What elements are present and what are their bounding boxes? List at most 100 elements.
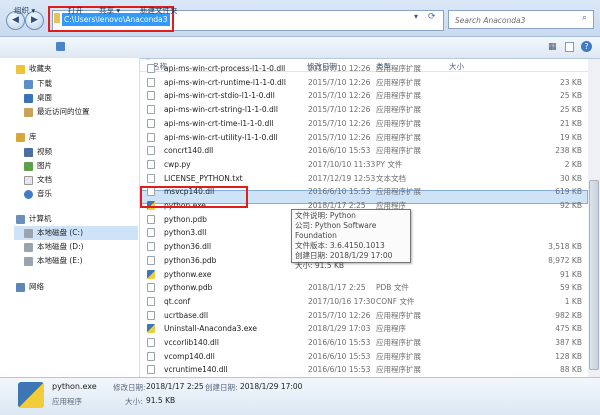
file-row[interactable]: cwp.py 2017/10/10 11:33 PY 文件 2 KB	[140, 158, 588, 171]
nav-disk-c[interactable]: 本地磁盘 (C:)	[24, 227, 83, 239]
file-size: 23 KB	[560, 77, 582, 87]
computer-icon	[16, 214, 25, 224]
nav-pictures[interactable]: 图片	[24, 160, 52, 172]
tooltip-company: 公司: Python Software Foundation	[295, 221, 377, 240]
details-created: 2018/1/29 17:00	[240, 382, 303, 391]
file-icon	[147, 283, 155, 293]
file-type: 应用程序扩展	[376, 365, 421, 375]
nav-music[interactable]: 音乐	[24, 188, 52, 200]
refresh-icon[interactable]: ⟳	[428, 12, 436, 22]
nav-downloads[interactable]: 下载	[24, 78, 52, 90]
file-size: 475 KB	[555, 324, 582, 334]
file-row[interactable]: api-ms-win-crt-string-l1-1-0.dll 2015/7/1…	[140, 103, 588, 116]
file-icon	[147, 146, 155, 156]
file-name: concrt140.dll	[164, 146, 214, 156]
tooltip-version: 文件版本: 3.6.4150.1013	[295, 241, 385, 250]
search-input[interactable]: Search Anaconda3	[448, 10, 594, 29]
file-size: 21 KB	[560, 118, 582, 128]
file-icon	[147, 91, 155, 101]
organize-button[interactable]: 组织 ▾	[14, 4, 35, 17]
details-created-label: 创建日期:	[205, 383, 238, 392]
nav-label: 本地磁盘 (E:)	[37, 256, 83, 265]
view-icon[interactable]: ▦	[548, 42, 557, 52]
drive-icon	[24, 228, 33, 238]
file-date: 2016/6/10 15:53	[308, 338, 371, 347]
file-icon	[147, 132, 155, 142]
file-type: 应用程序扩展	[376, 146, 421, 156]
file-name: vcomp140.dll	[164, 351, 215, 361]
nav-label: 视频	[37, 147, 52, 156]
file-size: 1 KB	[564, 296, 582, 306]
file-size: 91 KB	[560, 269, 582, 279]
nav-videos[interactable]: 视频	[24, 146, 52, 158]
open-icon	[56, 42, 65, 51]
scrollbar-thumb[interactable]	[589, 180, 599, 370]
file-date: 2016/6/10 15:53	[308, 187, 371, 197]
preview-pane-icon[interactable]	[565, 42, 574, 52]
file-name: pythonw.exe	[164, 269, 212, 279]
nav-label: 收藏夹	[29, 64, 52, 73]
file-size: 3,518 KB	[548, 242, 582, 252]
file-row[interactable]: vcruntime140.dll 2016/6/10 15:53 应用程序扩展 88 …	[140, 363, 588, 376]
file-date: 2015/7/10 12:26	[308, 105, 371, 115]
file-name: qt.conf	[164, 296, 191, 306]
share-button[interactable]: 共享 ▾	[99, 4, 120, 17]
file-name: vcruntime140.dll	[164, 365, 228, 375]
nav-disk-e[interactable]: 本地磁盘 (E:)	[24, 255, 83, 267]
file-row[interactable]: vccorlib140.dll 2016/6/10 15:53 应用程序扩展 387 …	[140, 336, 588, 349]
file-icon	[147, 105, 155, 115]
file-row[interactable]: concrt140.dll 2016/6/10 15:53 应用程序扩展 238 KB	[140, 144, 588, 157]
file-date: 2015/7/10 12:26	[308, 64, 371, 73]
file-row[interactable]: LICENSE_PYTHON.txt 2017/12/19 12:53 文本文档 30…	[140, 172, 588, 185]
file-name: Uninstall-Anaconda3.exe	[164, 324, 257, 334]
star-icon	[16, 64, 25, 74]
file-size: 128 KB	[555, 351, 582, 361]
file-date: 2017/12/19 12:53	[308, 173, 376, 183]
dropdown-arrow-icon[interactable]: ▾	[414, 12, 418, 21]
file-name: python36.dll	[164, 242, 212, 252]
file-type: 应用程序扩展	[376, 105, 421, 115]
file-row[interactable]: api-ms-win-crt-time-l1-1-0.dll 2015/7/10 …	[140, 117, 588, 130]
library-icon	[16, 132, 25, 142]
file-row[interactable]: ucrtbase.dll 2015/7/10 12:26 应用程序扩展 982 KB	[140, 309, 588, 322]
nav-label: 图片	[37, 161, 52, 170]
file-row[interactable]: pythonw.pdb 2018/1/17 2:25 PDB 文件 59 KB	[140, 281, 588, 294]
file-type: 应用程序扩展	[376, 64, 421, 73]
file-row[interactable]: api-ms-win-crt-stdio-l1-1-0.dll 2015/7/10…	[140, 89, 588, 102]
open-button[interactable]: 打开	[68, 4, 83, 17]
file-date: 2016/6/10 15:53	[308, 351, 371, 361]
file-row[interactable]: Uninstall-Anaconda3.exe 2018/1/29 17:03 应用…	[140, 322, 588, 335]
file-date: 2018/1/17 2:25	[308, 283, 366, 293]
file-name: api-ms-win-crt-utility-l1-1-0.dll	[164, 132, 278, 142]
drive-icon	[24, 256, 33, 266]
file-size: 88 KB	[560, 365, 582, 375]
file-highlight-box	[140, 186, 248, 208]
help-icon[interactable]: ?	[581, 41, 592, 52]
file-name: pythonw.pdb	[164, 283, 213, 293]
nav-recent[interactable]: 最近访问的位置	[24, 106, 90, 118]
file-row[interactable]: vcomp140.dll 2016/6/10 15:53 应用程序扩展 128 KB	[140, 350, 588, 363]
file-name: ucrtbase.dll	[164, 310, 209, 320]
nav-network[interactable]: 网络	[16, 281, 44, 293]
file-row[interactable]: api-ms-win-crt-utility-l1-1-0.dll 2015/7/…	[140, 131, 588, 144]
music-icon	[24, 189, 33, 199]
desktop-icon	[24, 93, 33, 103]
new-folder-button[interactable]: 新建文件夹	[140, 4, 178, 17]
nav-libraries[interactable]: 库	[16, 131, 37, 143]
network-icon	[16, 282, 25, 292]
nav-documents[interactable]: 文档	[24, 174, 52, 186]
file-row[interactable]: api-ms-win-crt-process-l1-1-0.dll 2015/7/…	[140, 62, 588, 75]
file-type: 应用程序扩展	[376, 338, 421, 347]
file-row[interactable]: api-ms-win-crt-runtime-l1-1-0.dll 2015/7/…	[140, 76, 588, 89]
file-size: 25 KB	[560, 91, 582, 101]
file-date: 2017/10/10 11:33	[308, 159, 376, 169]
file-row[interactable]: qt.conf 2017/10/16 17:30 CONF 文件 1 KB	[140, 295, 588, 308]
nav-computer[interactable]: 计算机	[16, 213, 52, 225]
nav-desktop[interactable]: 桌面	[24, 92, 52, 104]
details-size-label: 大小:	[125, 397, 143, 406]
nav-disk-d[interactable]: 本地磁盘 (D:)	[24, 241, 84, 253]
file-icon	[147, 64, 155, 73]
forward-arrow-icon: ▶	[31, 15, 38, 25]
file-name: LICENSE_PYTHON.txt	[164, 173, 243, 183]
nav-favorites[interactable]: 收藏夹	[16, 63, 52, 75]
